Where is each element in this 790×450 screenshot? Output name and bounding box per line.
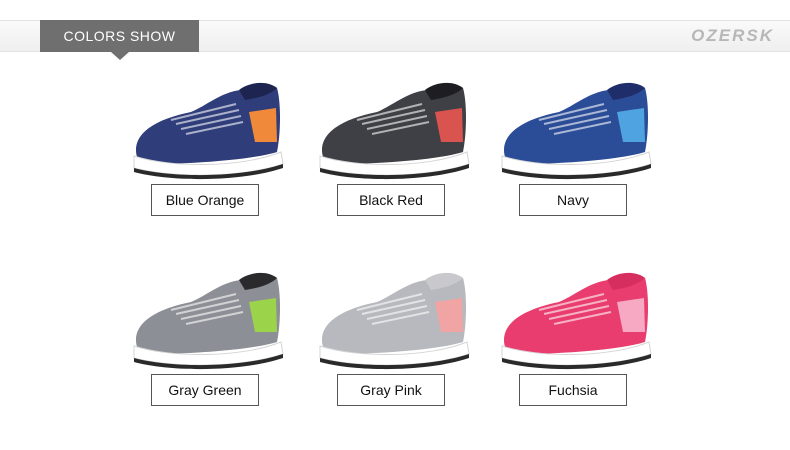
product-label: Gray Pink [337,374,445,406]
product-card-gray-pink[interactable]: Gray Pink [317,262,477,412]
shoe-icon [501,82,652,180]
product-label: Navy [519,184,627,216]
brand-logo: OZERSK [691,26,774,45]
shoe-icon [319,272,470,370]
shoe-icon [133,82,284,180]
shoe-icon [501,272,652,370]
colors-show-tab: COLORS SHOW [40,20,199,52]
shoe-icon [133,272,284,370]
product-card-fuchsia[interactable]: Fuchsia [499,262,659,412]
product-label: Blue Orange [151,184,259,216]
product-card-navy[interactable]: Navy [499,72,659,222]
product-label: Black Red [337,184,445,216]
shoe-icon [319,82,470,180]
tab-pointer-icon [111,52,129,60]
product-card-black-red[interactable]: Black Red [317,72,477,222]
product-card-gray-green[interactable]: Gray Green [131,262,291,412]
product-label: Gray Green [151,374,259,406]
product-label: Fuchsia [519,374,627,406]
product-card-blue-orange[interactable]: Blue Orange [131,72,291,222]
